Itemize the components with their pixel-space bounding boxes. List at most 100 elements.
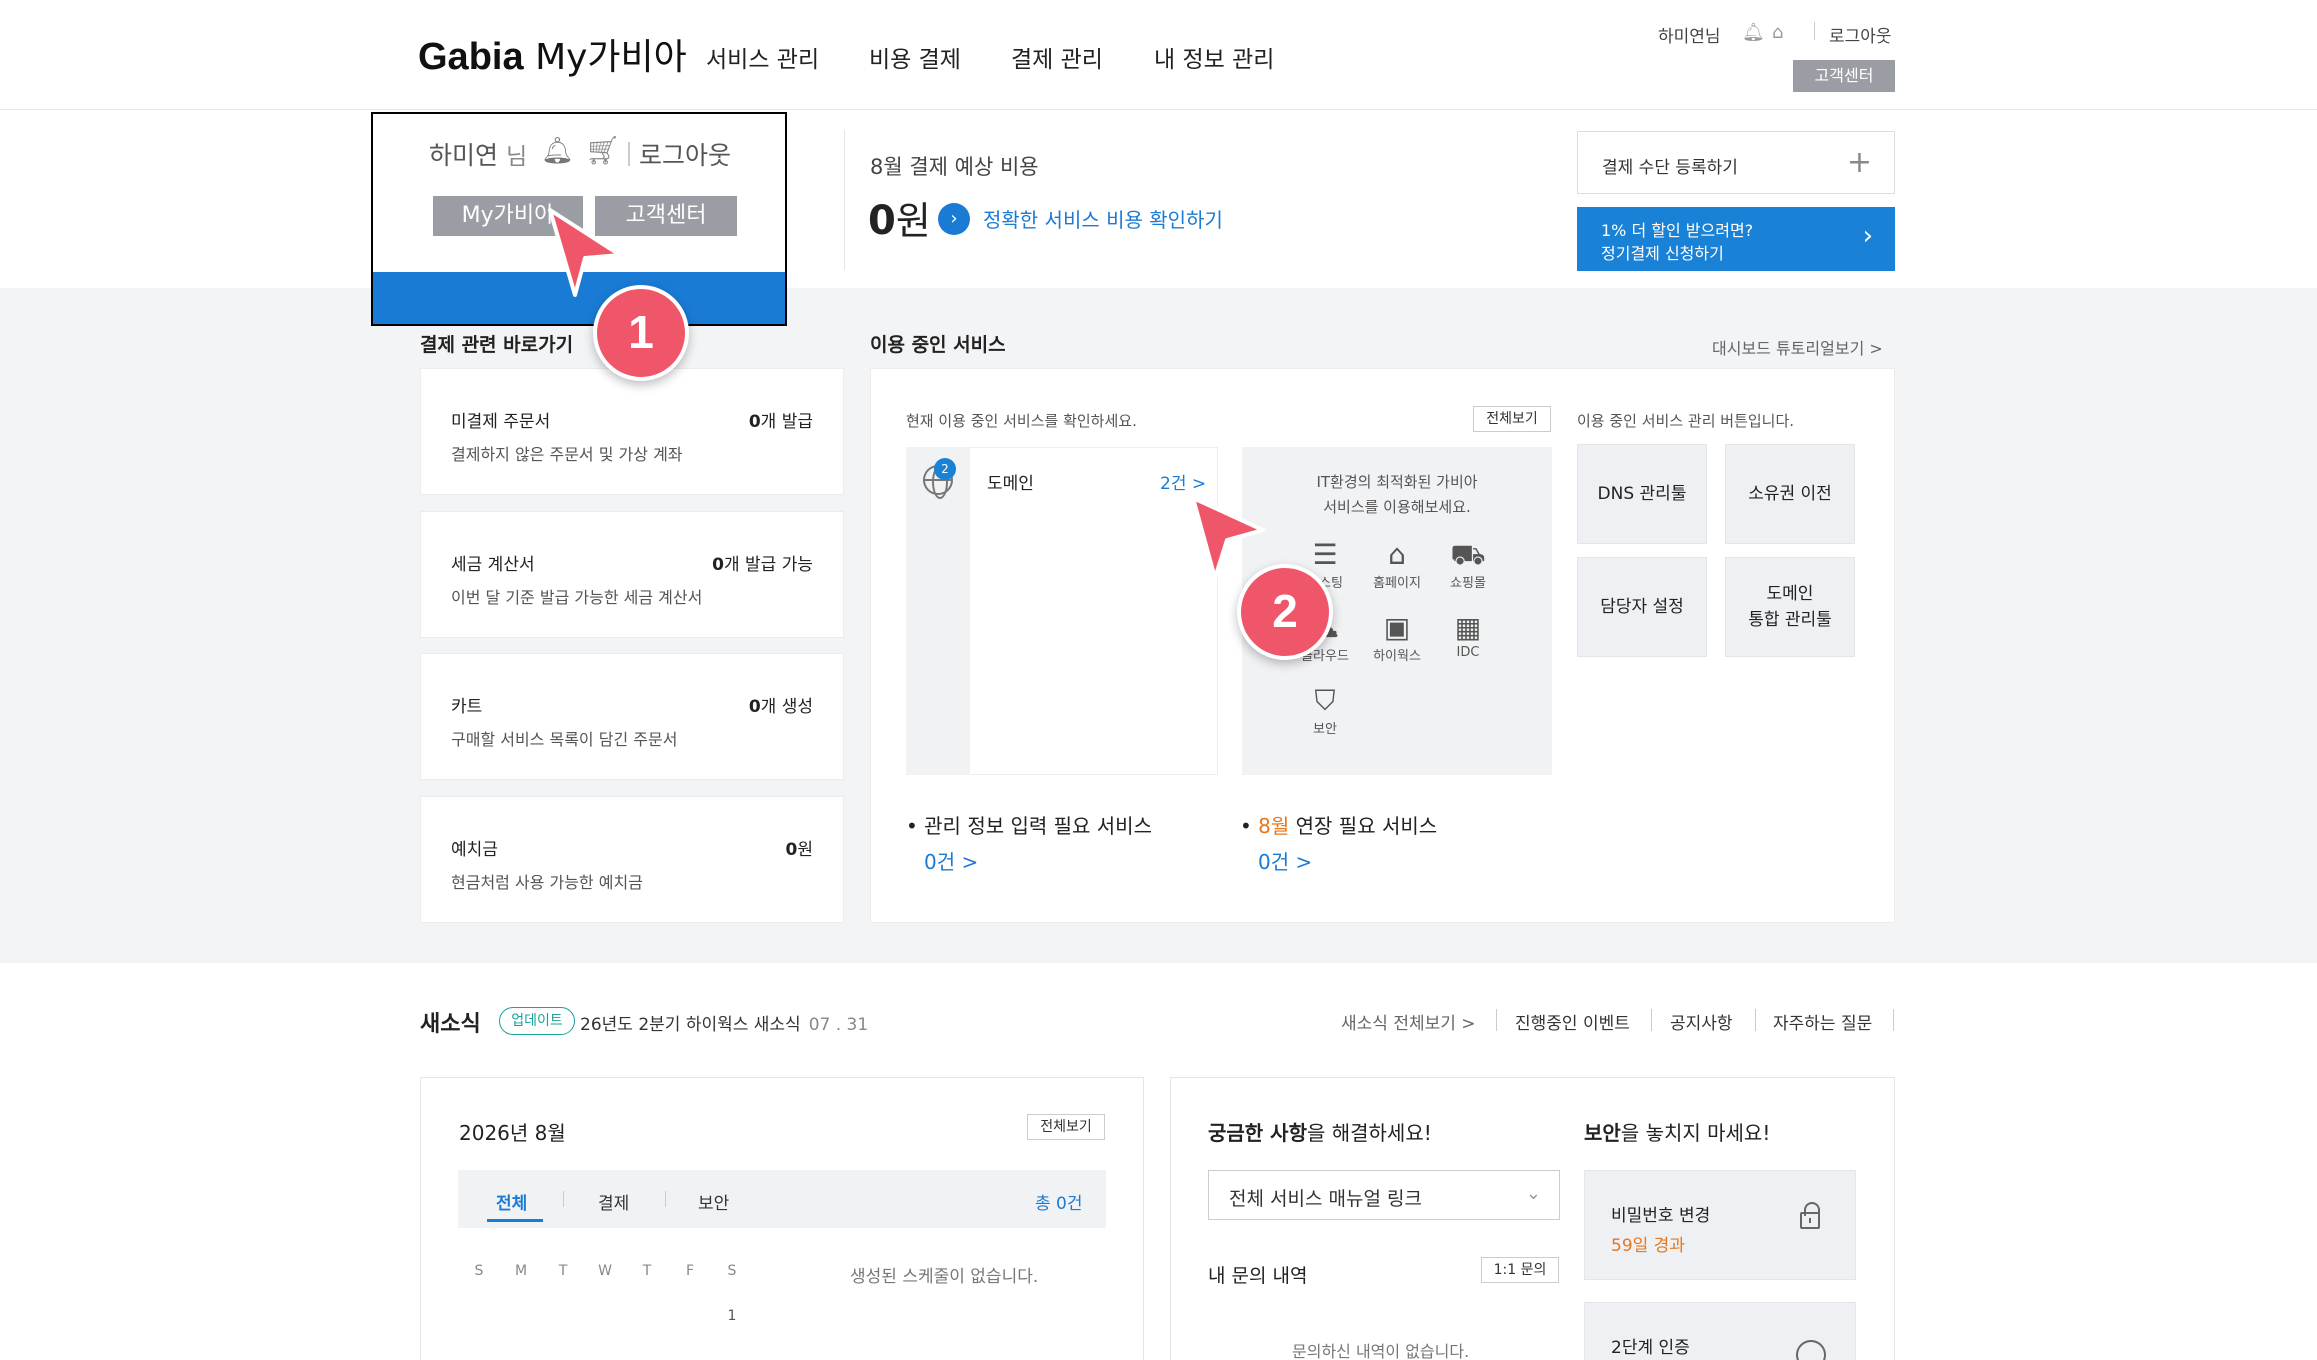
- card-desc: 현금처럼 사용 가능한 예치금: [451, 873, 643, 892]
- shortcut-card-cart[interactable]: 카트 0개 생성 구매할 서비스 목록이 담긴 주문서: [420, 653, 844, 780]
- home-icon: ⌂: [1388, 538, 1406, 571]
- weekday-label: T: [642, 1263, 652, 1279]
- card-status: 59일 경과: [1611, 1236, 1685, 1256]
- briefcase-icon: ▣: [1383, 611, 1411, 644]
- bell-icon: 🔔︎: [541, 136, 575, 166]
- nav-payment-management[interactable]: 결제 관리: [1011, 40, 1103, 74]
- basket-icon[interactable]: ⌂: [1772, 22, 1783, 43]
- divider: [1651, 1009, 1652, 1031]
- weekday-label: M: [514, 1263, 528, 1279]
- shield-icon: ⛉: [1314, 684, 1336, 717]
- notices-link[interactable]: 공지사항: [1670, 1009, 1733, 1034]
- weekday-label: F: [685, 1263, 695, 1279]
- no-schedule-text: 생성된 스케줄이 없습니다.: [850, 1267, 1039, 1287]
- tab-payment[interactable]: 결제: [598, 1189, 629, 1214]
- zoom-user-name: 하미연 님: [429, 141, 528, 170]
- tutorial-link[interactable]: 대시보드 튜토리얼보기 >: [1712, 335, 1883, 359]
- shortcut-card-deposit[interactable]: 예치금 0원 현금처럼 사용 가능한 예치금: [420, 796, 844, 923]
- divider: [665, 1191, 666, 1207]
- services-hint: 현재 이용 중인 서비스를 확인하세요.: [906, 412, 1137, 430]
- shortcut-card-unpaid[interactable]: 미결제 주문서 0개 발급 결제하지 않은 주문서 및 가상 계좌: [420, 368, 844, 495]
- domain-integrated-tool-button[interactable]: 도메인 통합 관리툴: [1725, 557, 1855, 657]
- one-on-one-inquiry-button[interactable]: 1:1 문의: [1481, 1257, 1559, 1283]
- expected-payment-amount: 0원: [868, 198, 931, 244]
- customer-center-button[interactable]: 고객센터: [1793, 60, 1895, 92]
- promo-line-2: 정기결제 신청하기: [1601, 244, 1724, 263]
- divider: [563, 1191, 564, 1207]
- management-hint: 이용 중인 서비스 관리 버튼입니다.: [1577, 412, 1795, 430]
- security-title: 보안을 놓치지 마세요!: [1584, 1121, 1771, 1145]
- weekday-label: S: [474, 1263, 484, 1279]
- cart-icon: 🛒︎: [585, 134, 621, 167]
- news-view-all-link[interactable]: 새소식 전체보기 >: [1341, 1009, 1476, 1034]
- chevron-right-icon[interactable]: ›: [938, 203, 970, 235]
- nav-cost-payment[interactable]: 비용 결제: [869, 40, 961, 74]
- calendar-total: 총 0건: [1035, 1194, 1083, 1214]
- calendar-view-all-button[interactable]: 전체보기: [1027, 1114, 1105, 1140]
- card-count: 0개 생성: [748, 697, 813, 717]
- tab-all[interactable]: 전체: [496, 1189, 527, 1214]
- register-payment-label: 결제 수단 등록하기: [1602, 158, 1738, 178]
- ownership-transfer-button[interactable]: 소유권 이전: [1725, 444, 1855, 544]
- homepage-service-link[interactable]: ⌂ 홈페이지: [1362, 538, 1432, 591]
- divider: [1496, 1009, 1497, 1031]
- idc-service-link[interactable]: ▦ IDC: [1433, 611, 1503, 660]
- calendar-month: 2026년 8월: [459, 1121, 566, 1145]
- register-payment-button[interactable]: 결제 수단 등록하기 +: [1577, 131, 1895, 194]
- select-value: 전체 서비스 매뉴얼 링크: [1229, 1188, 1422, 1210]
- events-link[interactable]: 진행중인 이벤트: [1515, 1009, 1630, 1034]
- top-header: Gabia My가비아 서비스 관리 비용 결제 결제 관리 내 정보 관리 하…: [0, 0, 2317, 110]
- card-desc: 이번 달 기준 발급 가능한 세금 계산서: [451, 588, 703, 607]
- info-needed-count-link[interactable]: 0건 >: [924, 846, 978, 875]
- manual-link-select[interactable]: 전체 서비스 매뉴얼 링크 ⌄: [1208, 1170, 1560, 1220]
- auto-pay-promo-button[interactable]: 1% 더 할인 받으려면? 정기결제 신청하기 ›: [1577, 207, 1895, 271]
- security-service-link[interactable]: ⛉ 보안: [1290, 684, 1360, 737]
- gabia-logo[interactable]: Gabia My가비아: [418, 28, 687, 80]
- dns-management-button[interactable]: DNS 관리툴: [1577, 444, 1707, 544]
- tab-security[interactable]: 보안: [698, 1189, 729, 1214]
- card-name: 예치금: [451, 840, 498, 860]
- weekday-label: W: [598, 1263, 612, 1279]
- divider: [1755, 1009, 1756, 1031]
- news-headline[interactable]: 26년도 2분기 하이웍스 새소식 07 . 31: [580, 1010, 868, 1035]
- zoom-logout: 로그아웃: [639, 141, 732, 170]
- services-view-all-button[interactable]: 전체보기: [1473, 406, 1551, 432]
- card-name: 미결제 주문서: [451, 412, 551, 432]
- calendar-tab-bar: [458, 1170, 1106, 1228]
- domain-name: 도메인: [987, 474, 1034, 494]
- renewal-needed-count-link[interactable]: 0건 >: [1258, 846, 1312, 875]
- shopping-service-link[interactable]: ⛟ 쇼핑몰: [1433, 538, 1503, 591]
- nav-service-management[interactable]: 서비스 관리: [706, 40, 819, 74]
- divider: [1814, 22, 1815, 40]
- hiworks-service-link[interactable]: ▣ 하이웍스: [1362, 611, 1432, 664]
- chevron-down-icon: ⌄: [1525, 1183, 1541, 1204]
- help-title: 궁금한 사항을 해결하세요!: [1208, 1121, 1432, 1145]
- shortcut-card-tax-invoice[interactable]: 세금 계산서 0개 발급 가능 이번 달 기준 발급 가능한 세금 계산서: [420, 511, 844, 638]
- step-marker-2: 2: [1237, 564, 1333, 660]
- calendar-day[interactable]: 1: [722, 1308, 742, 1324]
- check-cost-link[interactable]: 정확한 서비스 비용 확인하기: [983, 204, 1223, 233]
- card-name: 카트: [451, 697, 483, 717]
- divider: [844, 130, 845, 270]
- building-icon: ▦: [1454, 611, 1482, 644]
- card-count: 0개 발급: [748, 412, 813, 432]
- card-desc: 구매할 서비스 목록이 담긴 주문서: [451, 730, 678, 749]
- bell-icon[interactable]: 🔔︎: [1742, 22, 1765, 43]
- contact-settings-button[interactable]: 담당자 설정: [1577, 557, 1707, 657]
- logout-link[interactable]: 로그아웃: [1829, 22, 1892, 47]
- card-title: 2단계 인증: [1611, 1338, 1690, 1358]
- update-badge: 업데이트: [499, 1007, 575, 1035]
- renewal-needed-title: • 8월 연장 필요 서비스: [1240, 814, 1438, 838]
- news-title: 새소식: [420, 1012, 481, 1037]
- faq-link[interactable]: 자주하는 질문: [1773, 1009, 1872, 1034]
- nav-my-info[interactable]: 내 정보 관리: [1154, 40, 1274, 74]
- domain-count-badge: 2: [934, 458, 956, 480]
- user-name: 하미연님: [1658, 27, 1721, 47]
- domain-service-card[interactable]: [970, 447, 1218, 775]
- shortcuts-title: 결제 관련 바로가기: [420, 334, 574, 356]
- active-tab-indicator: [487, 1219, 543, 1222]
- divider: [1893, 1009, 1894, 1031]
- chevron-right-icon: ›: [1862, 221, 1873, 251]
- promo-line-1: 1% 더 할인 받으려면?: [1601, 221, 1754, 240]
- plus-icon: +: [1846, 145, 1872, 180]
